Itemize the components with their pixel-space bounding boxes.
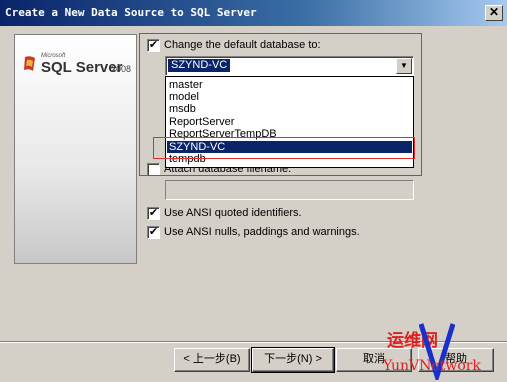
list-item[interactable]: msdb bbox=[167, 103, 412, 115]
window-title: Create a New Data Source to SQL Server bbox=[5, 6, 257, 19]
list-item[interactable]: tempdb bbox=[167, 153, 412, 165]
title-bar: Create a New Data Source to SQL Server ✕ bbox=[0, 0, 507, 26]
list-item[interactable]: ReportServer bbox=[167, 116, 412, 128]
attach-db-filename-field[interactable] bbox=[165, 180, 414, 200]
change-default-db-checkbox[interactable]: ✔ bbox=[147, 39, 160, 52]
default-database-combobox[interactable]: SZYND-VC ▼ bbox=[165, 56, 414, 76]
sql-server-logo-icon bbox=[24, 56, 35, 71]
list-item[interactable]: ReportServerTempDB bbox=[167, 128, 412, 140]
list-item[interactable]: model bbox=[167, 91, 412, 103]
help-button[interactable]: 帮助 bbox=[418, 348, 494, 372]
separator bbox=[0, 341, 507, 343]
attach-db-checkbox[interactable] bbox=[147, 163, 160, 176]
ansi-quoted-checkbox[interactable]: ✔ bbox=[147, 207, 160, 220]
back-button[interactable]: < 上一步(B) bbox=[174, 348, 250, 372]
sql-server-logo-panel: Microsoft SQL Server 2008 bbox=[14, 34, 137, 264]
chevron-down-icon[interactable]: ▼ bbox=[396, 58, 412, 74]
list-item-selected[interactable]: SZYND-VC bbox=[167, 141, 412, 153]
database-dropdown-list[interactable]: master model msdb ReportServer ReportSer… bbox=[165, 76, 414, 168]
cancel-button[interactable]: 取消 bbox=[336, 348, 412, 372]
next-button[interactable]: 下一步(N) > bbox=[251, 347, 335, 373]
ansi-nulls-label: Use ANSI nulls, paddings and warnings. bbox=[164, 226, 360, 238]
change-default-db-label: Change the default database to: bbox=[164, 39, 321, 51]
logo-version-text: 2008 bbox=[111, 64, 132, 74]
default-database-value: SZYND-VC bbox=[168, 59, 231, 72]
ansi-quoted-label: Use ANSI quoted identifiers. bbox=[164, 207, 302, 219]
list-item[interactable]: master bbox=[167, 79, 412, 91]
close-button[interactable]: ✕ bbox=[485, 5, 503, 21]
ansi-nulls-checkbox[interactable]: ✔ bbox=[147, 226, 160, 239]
close-icon: ✕ bbox=[488, 5, 500, 19]
